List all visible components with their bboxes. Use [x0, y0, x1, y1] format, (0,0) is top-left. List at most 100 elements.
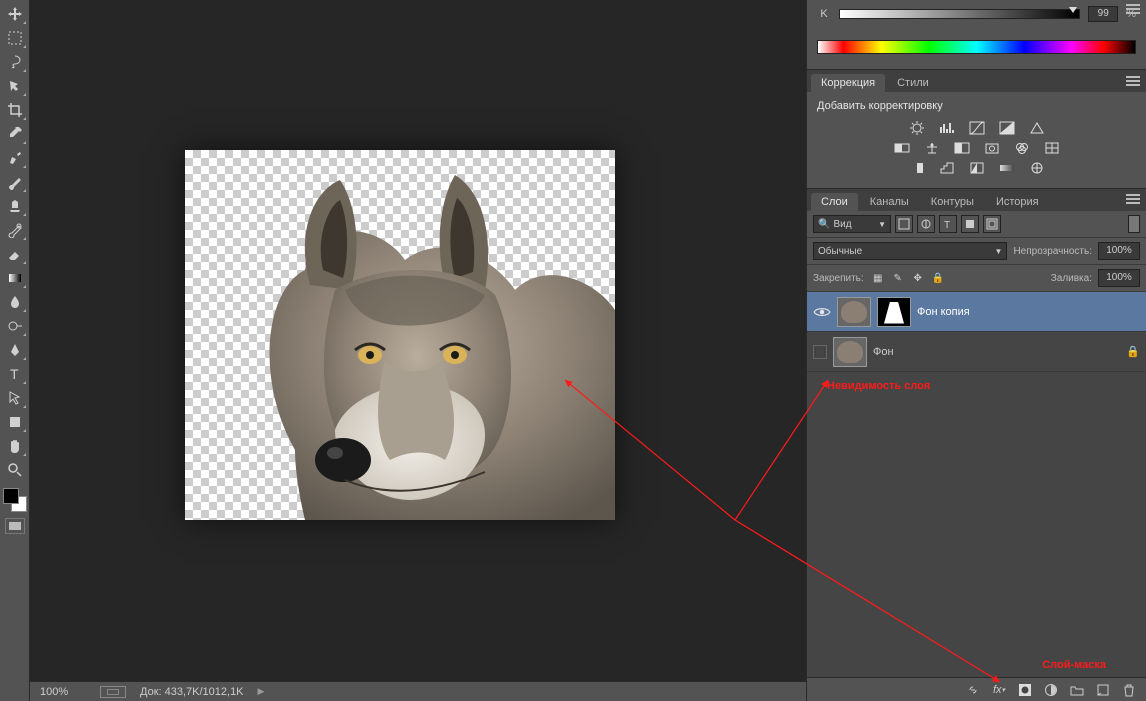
fill-value-field[interactable]: 100% — [1098, 269, 1140, 287]
history-brush-tool[interactable] — [3, 219, 27, 241]
healing-brush-tool[interactable] — [3, 147, 27, 169]
gradient-map-icon[interactable] — [998, 160, 1016, 176]
tools-toolbar: T — [0, 0, 30, 701]
crop-tool[interactable] — [3, 99, 27, 121]
type-tool[interactable]: T — [3, 363, 27, 385]
layer-name[interactable]: Фон копия — [917, 306, 1140, 318]
opacity-label: Непрозрачность: — [1013, 246, 1092, 257]
tab-channels[interactable]: Каналы — [860, 193, 919, 211]
link-layers-icon[interactable] — [964, 681, 982, 699]
marquee-tool[interactable] — [3, 27, 27, 49]
dodge-tool[interactable] — [3, 315, 27, 337]
document-canvas[interactable] — [185, 150, 615, 520]
tab-layers[interactable]: Слои — [811, 193, 858, 211]
selective-color-icon[interactable] — [1028, 160, 1046, 176]
filter-smart-icon[interactable] — [983, 215, 1001, 233]
layers-footer-toolbar: fx▾ — [807, 677, 1146, 701]
quick-mask-toggle[interactable] — [5, 518, 25, 534]
color-lookup-icon[interactable] — [1043, 140, 1061, 156]
tab-history[interactable]: История — [986, 193, 1049, 211]
svg-text:T: T — [10, 366, 19, 382]
eraser-tool[interactable] — [3, 243, 27, 265]
layer-fx-icon[interactable]: fx▾ — [990, 681, 1008, 699]
doc-size-text: Док: 433,7K/1012,1K — [140, 686, 244, 698]
status-menu-chevron-icon[interactable]: ▶ — [258, 686, 265, 697]
lock-icon: 🔒 — [1126, 345, 1140, 358]
foreground-color-swatch[interactable] — [3, 488, 19, 504]
wolf-image — [185, 150, 615, 520]
filter-type-icon[interactable]: T — [939, 215, 957, 233]
lock-image-icon[interactable]: ✎ — [890, 270, 906, 286]
layer-thumbnail[interactable] — [833, 337, 867, 367]
tab-correction[interactable]: Коррекция — [811, 74, 885, 92]
panel-menu-icon[interactable] — [1126, 194, 1140, 204]
zoom-tool[interactable] — [3, 459, 27, 481]
black-white-icon[interactable] — [953, 140, 971, 156]
quick-select-tool[interactable] — [3, 75, 27, 97]
lock-all-icon[interactable]: 🔒 — [930, 270, 946, 286]
visibility-toggle-icon[interactable] — [813, 345, 827, 359]
lock-position-icon[interactable]: ✥ — [910, 270, 926, 286]
visibility-toggle-icon[interactable] — [813, 303, 831, 321]
annotation-visibility: Невидимость слоя — [827, 380, 930, 392]
pen-tool[interactable] — [3, 339, 27, 361]
layer-row[interactable]: Фон копия — [807, 292, 1146, 332]
eyedropper-tool[interactable] — [3, 123, 27, 145]
lock-transparent-icon[interactable]: ▦ — [870, 270, 886, 286]
new-layer-icon[interactable] — [1094, 681, 1112, 699]
filter-adjust-icon[interactable] — [917, 215, 935, 233]
tab-paths[interactable]: Контуры — [921, 193, 984, 211]
blur-tool[interactable] — [3, 291, 27, 313]
opacity-value-field[interactable]: 100% — [1098, 242, 1140, 260]
tab-styles[interactable]: Стили — [887, 74, 939, 92]
k-channel-label: K — [817, 8, 831, 20]
threshold-icon[interactable] — [968, 160, 986, 176]
curves-icon[interactable] — [968, 120, 986, 136]
invert-icon[interactable] — [908, 160, 926, 176]
layer-thumbnail[interactable] — [837, 297, 871, 327]
photo-filter-icon[interactable] — [983, 140, 1001, 156]
color-swatches[interactable] — [3, 488, 27, 512]
layer-name[interactable]: Фон — [873, 346, 1120, 358]
move-tool[interactable] — [3, 3, 27, 25]
levels-icon[interactable] — [938, 120, 956, 136]
layer-filter-row: 🔍Вид ▼ T — [807, 211, 1146, 238]
lasso-tool[interactable] — [3, 51, 27, 73]
brightness-contrast-icon[interactable] — [908, 120, 926, 136]
layer-mask-thumbnail[interactable] — [877, 297, 911, 327]
slider-knob-icon[interactable] — [1069, 7, 1077, 13]
filter-pixel-icon[interactable] — [895, 215, 913, 233]
add-mask-icon[interactable] — [1016, 681, 1034, 699]
panel-menu-icon[interactable] — [1126, 76, 1140, 86]
hue-sat-icon[interactable] — [893, 140, 911, 156]
panel-menu-icon[interactable] — [1126, 4, 1140, 14]
new-adjustment-layer-icon[interactable] — [1042, 681, 1060, 699]
vibrance-icon[interactable] — [1028, 120, 1046, 136]
shape-tool[interactable] — [3, 411, 27, 433]
search-icon: 🔍 — [818, 219, 830, 230]
filter-toggle-switch[interactable] — [1128, 215, 1140, 233]
path-select-tool[interactable] — [3, 387, 27, 409]
blend-mode-select[interactable]: Обычные ▼ — [813, 242, 1007, 260]
filter-kind-select[interactable]: 🔍Вид ▼ — [813, 215, 891, 233]
layers-panel: Слои Каналы Контуры История 🔍Вид ▼ T Обы… — [807, 189, 1146, 701]
hand-tool[interactable] — [3, 435, 27, 457]
clone-stamp-tool[interactable] — [3, 195, 27, 217]
exposure-icon[interactable] — [998, 120, 1016, 136]
posterize-icon[interactable] — [938, 160, 956, 176]
layer-row[interactable]: Фон 🔒 — [807, 332, 1146, 372]
doc-size-preview-icon[interactable] — [100, 686, 126, 698]
gradient-tool[interactable] — [3, 267, 27, 289]
color-balance-icon[interactable] — [923, 140, 941, 156]
color-spectrum-bar[interactable] — [817, 40, 1136, 54]
delete-layer-icon[interactable] — [1120, 681, 1138, 699]
channel-mixer-icon[interactable] — [1013, 140, 1031, 156]
brush-tool[interactable] — [3, 171, 27, 193]
zoom-level[interactable]: 100% — [40, 686, 86, 698]
k-value-field[interactable]: 99 — [1088, 6, 1118, 22]
new-group-icon[interactable] — [1068, 681, 1086, 699]
adjustments-panel: Коррекция Стили Добавить корректировку — [807, 70, 1146, 189]
filter-shape-icon[interactable] — [961, 215, 979, 233]
k-slider[interactable] — [839, 9, 1080, 19]
annotation-mask: Слой-маска — [1042, 659, 1106, 671]
